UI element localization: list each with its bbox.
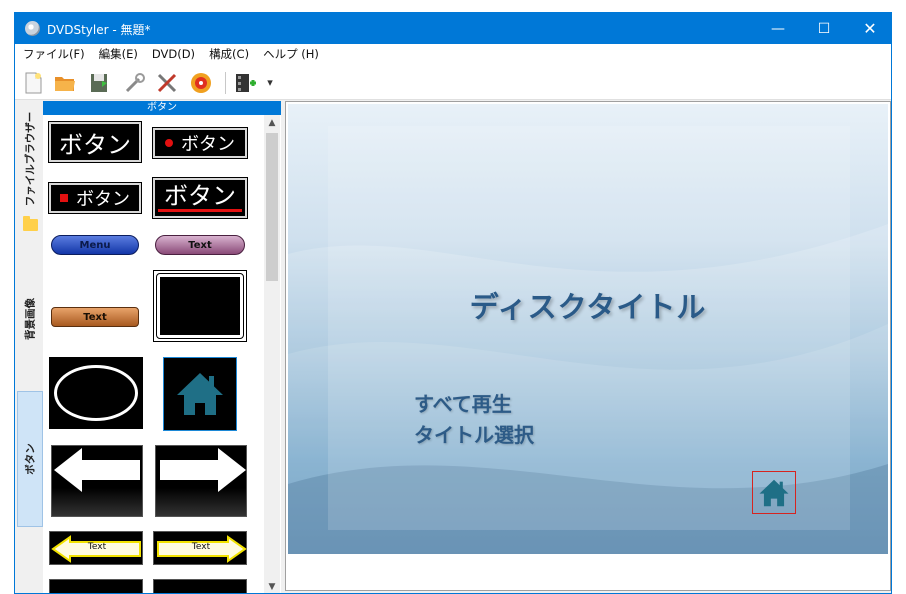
red-underline <box>158 209 242 212</box>
palette-button-label: Text <box>191 542 211 552</box>
palette-header: ボタン <box>43 101 281 115</box>
tab-buttons[interactable]: ボタン <box>17 391 43 527</box>
title-bar: DVDStyler - 無題* — ☐ ✕ <box>15 13 891 44</box>
palette-button-orange-pill[interactable]: Text <box>51 307 139 327</box>
tab-backgrounds[interactable]: 背景画像 <box>17 291 43 347</box>
palette-button-yellow-arrow-left[interactable]: Text <box>49 531 143 565</box>
scroll-up-arrow-icon[interactable]: ▲ <box>264 115 280 131</box>
palette-button-label: Text <box>87 542 107 552</box>
tab-file-browser[interactable]: ファイルブラウザー <box>17 111 43 207</box>
palette-button-label: Menu <box>79 239 111 251</box>
side-tabs: ファイルブラウザー 背景画像 ボタン <box>15 101 43 593</box>
palette-button-ellipse[interactable] <box>49 357 143 429</box>
dvd-app-icon <box>25 21 40 36</box>
menu-editor-panel: ディスクタイトル すべて再生 タイトル選択 <box>285 101 891 591</box>
rect-frame-shape <box>156 273 244 339</box>
palette-button-label: ボタン <box>59 130 131 159</box>
palette-button-square-text[interactable]: ボタン <box>48 182 142 214</box>
toolbar: ▾ <box>15 64 891 100</box>
home-icon <box>759 479 789 506</box>
palette-button-rect-frame[interactable] <box>153 270 247 342</box>
palette-button-label: ボタン <box>76 189 130 210</box>
palette-button-blue-pill[interactable]: Menu <box>51 235 139 255</box>
settings-icon[interactable] <box>123 71 147 95</box>
palette-button-partial-right[interactable] <box>153 579 247 593</box>
home-icon <box>177 373 223 415</box>
menu-edit[interactable]: 編集(E) <box>99 46 138 62</box>
add-video-icon[interactable] <box>233 71 257 95</box>
palette-button-label: Text <box>83 311 107 323</box>
red-dot-icon <box>165 139 173 147</box>
palette-button-home[interactable] <box>163 357 237 431</box>
scroll-down-arrow-icon[interactable]: ▼ <box>264 579 280 593</box>
arrow-left-icon <box>54 448 140 492</box>
disc-title[interactable]: ディスクタイトル <box>288 284 888 326</box>
menu-configure[interactable]: 構成(C) <box>209 46 249 62</box>
tab-buttons-label: ボタン <box>24 443 37 475</box>
palette-button-label: Text <box>188 239 212 251</box>
red-square-icon <box>60 194 68 202</box>
window-title: DVDStyler - 無題* <box>47 23 151 37</box>
toolbar-separator <box>225 72 226 94</box>
menu-dvd[interactable]: DVD(D) <box>152 47 195 61</box>
palette-button-partial-left[interactable] <box>49 579 143 593</box>
tab-backgrounds-label: 背景画像 <box>24 298 37 340</box>
button-palette: ボタン ボタン ボタン ボタン ボタン Menu Text Text Text … <box>43 101 281 593</box>
save-icon[interactable] <box>87 71 111 95</box>
open-icon[interactable] <box>53 71 77 95</box>
tools-icon[interactable] <box>155 71 179 95</box>
palette-button-label: ボタン <box>164 182 236 210</box>
palette-button-underlined-text[interactable]: ボタン <box>152 177 248 219</box>
maximize-button[interactable]: ☐ <box>801 13 847 44</box>
minimize-button[interactable]: — <box>755 13 801 44</box>
menu-file[interactable]: ファイル(F) <box>23 46 85 62</box>
menu-title-select[interactable]: タイトル選択 <box>414 419 534 448</box>
safe-area <box>328 126 850 530</box>
close-button[interactable]: ✕ <box>847 13 891 44</box>
palette-button-dot-text[interactable]: ボタン <box>152 127 248 159</box>
scroll-thumb[interactable] <box>266 133 278 281</box>
palette-button-arrow-left[interactable] <box>51 445 143 517</box>
dvd-menu-preview[interactable]: ディスクタイトル すべて再生 タイトル選択 <box>288 104 888 554</box>
menu-bar: ファイル(F) 編集(E) DVD(D) 構成(C) ヘルプ (H) <box>15 44 891 64</box>
arrow-right-icon <box>160 448 246 492</box>
menu-play-all[interactable]: すべて再生 <box>414 388 512 417</box>
burn-icon[interactable] <box>189 71 213 95</box>
palette-button-pink-pill[interactable]: Text <box>155 235 245 255</box>
palette-button-label: ボタン <box>181 134 235 155</box>
palette-button-big-text[interactable]: ボタン <box>48 121 142 163</box>
palette-scrollbar[interactable]: ▲ ▼ <box>264 115 280 593</box>
menu-help[interactable]: ヘルプ (H) <box>263 46 319 62</box>
dropdown-arrow-icon[interactable]: ▾ <box>263 71 277 95</box>
new-icon[interactable] <box>21 71 45 95</box>
ellipse-shape <box>54 365 138 421</box>
tab-file-browser-label: ファイルブラウザー <box>24 111 37 207</box>
home-button[interactable] <box>752 471 796 514</box>
app-window: DVDStyler - 無題* — ☐ ✕ ファイル(F) 編集(E) DVD(… <box>14 12 892 594</box>
folder-icon <box>23 216 38 231</box>
palette-button-arrow-right[interactable] <box>155 445 247 517</box>
palette-button-yellow-arrow-right[interactable]: Text <box>153 531 247 565</box>
